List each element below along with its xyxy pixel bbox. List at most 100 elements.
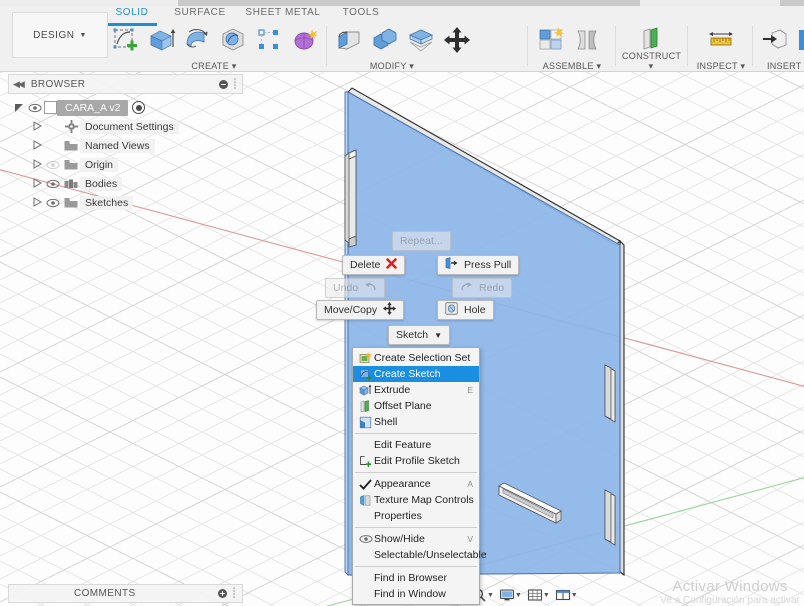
sweep-icon[interactable] (216, 23, 250, 57)
chevron-down-icon: ▼ (79, 31, 87, 39)
menu-item-show-hide[interactable]: Show/Hide V (353, 531, 479, 547)
workspace-switcher-button[interactable]: DESIGN ▼ (12, 12, 108, 58)
menu-item-selectable-unselectable[interactable]: Selectable/Unselectable (353, 547, 487, 563)
twisty-closed-icon[interactable] (30, 196, 44, 209)
marking-menu-hole[interactable]: Hole (437, 300, 494, 320)
eye-icon (357, 534, 374, 544)
menu-label-appearance: Appearance (374, 478, 431, 490)
chevron-down-icon[interactable]: ▼ (543, 592, 550, 599)
revolve-icon[interactable] (180, 23, 214, 57)
panel-right-edge-face (619, 239, 625, 577)
browser-resize-grip[interactable]: ┊ (232, 79, 238, 90)
pattern-icon[interactable] (252, 23, 286, 57)
move-copy-icon[interactable] (440, 23, 474, 57)
tree-row-bodies[interactable]: Bodies (8, 174, 243, 193)
marking-menu-hole-label: Hole (464, 304, 486, 316)
active-component-radio[interactable] (132, 101, 146, 114)
menu-divider-2 (355, 472, 477, 473)
panel-construct-label[interactable]: CONSTRUCT ▾ (622, 51, 681, 72)
menu-item-create-selection-set[interactable]: Create Selection Set (353, 350, 479, 366)
menu-item-appearance[interactable]: Appearance A (353, 476, 479, 492)
create-sketch-icon[interactable] (108, 23, 142, 57)
tree-label-sketches: Sketches (80, 195, 134, 210)
form-icon[interactable] (288, 23, 322, 57)
context-menu[interactable]: Create Selection Set Create Sketch Extru… (352, 347, 487, 605)
panel-assemble-label[interactable]: ASSEMBLE ▾ (534, 61, 610, 72)
top-toolbar: SOLID SURFACE SHEET METAL TOOLS DESIGN ▼ (0, 0, 804, 72)
browser-header: ◀◀ BROWSER ┊ (8, 74, 243, 94)
marking-menu-sketch[interactable]: Sketch ▼ (388, 325, 451, 345)
panel-create-label[interactable]: CREATE ▾ (108, 61, 320, 72)
fillet-icon[interactable] (332, 23, 366, 57)
menu-label-offset-plane: Offset Plane (374, 400, 432, 412)
menu-label-find-in-browser: Find in Browser (374, 572, 447, 584)
panel-modify-label[interactable]: MODIFY ▾ (332, 61, 452, 72)
twisty-closed-icon[interactable] (30, 120, 44, 133)
tree-row-named-views[interactable]: Named Views (8, 136, 243, 155)
measure-icon[interactable] (704, 23, 738, 57)
add-comment-icon[interactable] (217, 589, 227, 598)
menu-item-shell[interactable]: Shell (353, 414, 479, 430)
tab-surface-label: SURFACE (174, 7, 226, 18)
marking-menu-move-copy[interactable]: Move/Copy (316, 300, 405, 320)
collapse-left-icon[interactable]: ◀◀ (13, 79, 25, 90)
insert-mcmaster-icon[interactable] (794, 23, 804, 57)
extrude-icon (357, 384, 374, 397)
menu-item-extrude[interactable]: Extrude E (353, 382, 479, 398)
menu-item-edit-feature[interactable]: Edit Feature (353, 437, 479, 453)
marking-menu-press-pull[interactable]: Press Pull (437, 255, 520, 275)
comments-resize-grip[interactable]: ┊ (231, 588, 237, 599)
panel-modify: MODIFY ▾ (332, 22, 482, 72)
left-edge-tab (344, 149, 357, 248)
menu-label-edit-feature: Edit Feature (374, 439, 432, 451)
tree-row-root[interactable]: CARA_A v2 (8, 98, 243, 117)
chevron-down-icon[interactable]: ▼ (571, 592, 578, 599)
browser-options-icon[interactable] (218, 79, 228, 89)
twisty-closed-icon[interactable] (30, 139, 44, 152)
comments-panel[interactable]: COMMENTS ┊ (8, 584, 243, 603)
twisty-open-icon[interactable] (12, 102, 26, 113)
menu-item-find-in-browser[interactable]: Find in Browser (353, 570, 479, 586)
checkmark-icon (357, 478, 374, 490)
marking-menu-press-pull-label: Press Pull (464, 259, 512, 271)
menu-divider-4 (355, 566, 477, 567)
tree-row-origin[interactable]: Origin (8, 155, 243, 174)
eye-icon[interactable] (26, 103, 44, 113)
shell-icon[interactable] (404, 23, 438, 57)
menu-item-create-sketch[interactable]: Create Sketch (353, 366, 479, 382)
menu-item-find-in-window[interactable]: Find in Window (353, 586, 479, 602)
joint-icon[interactable] (570, 23, 604, 57)
twisty-closed-icon[interactable] (30, 177, 44, 190)
eye-icon[interactable] (44, 179, 62, 189)
twisty-closed-icon[interactable] (30, 158, 44, 171)
chevron-down-icon[interactable]: ▼ (515, 592, 522, 599)
panel-insert-label[interactable]: INSERT ▾ (758, 61, 804, 72)
menu-label-properties: Properties (374, 510, 422, 522)
display-settings-icon[interactable] (497, 585, 517, 605)
insert-derive-icon[interactable] (758, 23, 792, 57)
combine-icon[interactable] (368, 23, 402, 57)
tree-row-sketches[interactable]: Sketches (8, 193, 243, 212)
menu-item-properties[interactable]: Properties (353, 508, 479, 524)
tab-sheet-metal-label: SHEET METAL (245, 7, 321, 18)
menu-item-texture-map-controls[interactable]: Texture Map Controls (353, 492, 479, 508)
panel-inspect: INSPECT ▾ (694, 22, 748, 72)
menu-item-offset-plane[interactable]: Offset Plane (353, 398, 479, 414)
viewports-icon[interactable] (553, 585, 573, 605)
marking-menu-delete[interactable]: Delete (342, 255, 406, 275)
menu-item-edit-profile-sketch[interactable]: Edit Profile Sketch (353, 453, 479, 469)
eye-icon[interactable] (44, 198, 62, 208)
tree-row-document-settings[interactable]: Document Settings (8, 117, 243, 136)
chevron-down-icon[interactable]: ▼ (487, 592, 494, 599)
shell-icon (357, 416, 374, 429)
browser-panel: ◀◀ BROWSER ┊ CARA_A v2 Document Settings… (8, 74, 243, 212)
extrude-icon[interactable] (144, 23, 178, 57)
new-component-icon[interactable] (534, 23, 568, 57)
marking-menu-redo-label: Redo (479, 282, 505, 294)
grid-snaps-icon[interactable] (525, 585, 545, 605)
panel-inspect-label[interactable]: INSPECT ▾ (694, 61, 748, 72)
menu-label-selectable-unselectable: Selectable/Unselectable (374, 549, 487, 561)
menu-shortcut-appearance: A (467, 479, 473, 489)
eye-icon-hidden[interactable] (44, 160, 62, 170)
offset-plane-icon (357, 399, 374, 413)
